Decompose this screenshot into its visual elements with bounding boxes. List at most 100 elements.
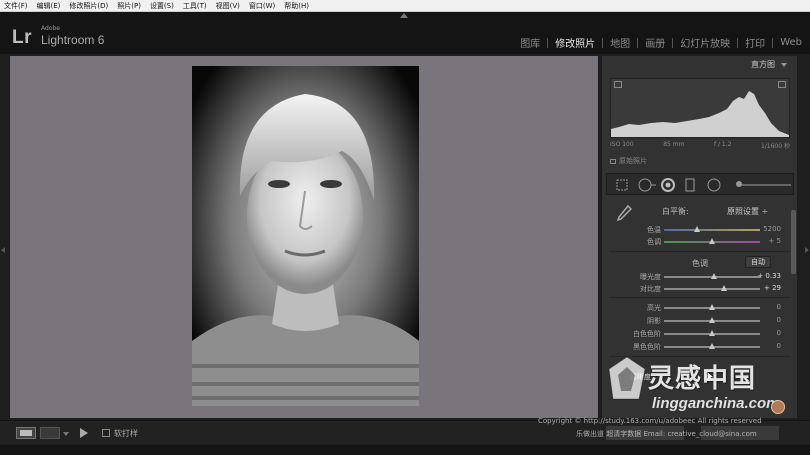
tone-section-label: 色调 [692,259,708,268]
module-picker: 图库 修改照片 地图 画册 幻灯片放映 打印 Web [520,35,802,50]
slider-handle[interactable] [709,304,715,310]
portrait-photo [192,66,419,406]
adjustment-brush-track[interactable] [737,184,791,186]
slider-row: 曝光度 + 0.33 [602,271,798,283]
graduated-filter-icon[interactable] [685,178,695,192]
divider [610,356,790,357]
slider-row: 黑色色阶 0 [602,341,798,353]
menu-develop[interactable]: 修改照片(D) [69,1,108,11]
image-canvas[interactable] [10,56,598,418]
right-panel-scrollbar[interactable] [791,210,796,274]
slider-label: 白色色阶 [633,330,661,338]
menu-file[interactable]: 文件(F) [4,1,28,11]
radial-filter-icon[interactable] [707,178,721,192]
slider-value[interactable]: 0 [777,342,781,350]
module-separator [672,37,674,48]
exif-iso: ISO 100 [610,141,634,148]
menu-photo[interactable]: 照片(P) [117,1,141,11]
slider-label: 高光 [647,304,661,312]
exif-focal-length: 85 mm [663,141,685,148]
slider-label: 阴影 [647,317,661,325]
slider-handle[interactable] [720,285,727,291]
histogram-graph[interactable] [610,78,790,138]
slider-handle[interactable] [710,273,717,279]
module-separator [772,37,774,48]
exif-aperture: f / 1.2 [713,141,732,148]
slider-value[interactable]: 0 [777,316,781,324]
module-web[interactable]: Web [780,37,802,48]
credit-text: 乐做出道 超清字数据 Email: creative_cloud@sina.co… [576,430,757,438]
lightroom-logo: Lr [12,27,32,48]
slider-row: 高光 0 [602,302,798,314]
slider-value[interactable]: + 5 [768,237,781,245]
slider-track[interactable] [664,288,760,290]
slider-value[interactable]: + 0.33 [757,272,781,280]
original-photo-label: 原始照片 [619,157,647,165]
menu-tools[interactable]: 工具(T) [183,1,207,11]
soft-proof-checkbox[interactable] [102,429,110,437]
module-develop[interactable]: 修改照片 [555,35,595,50]
slider-label: 曝光度 [640,273,661,281]
divider [610,251,790,252]
menu-edit[interactable]: 编辑(E) [37,1,61,11]
histogram-title: 直方图 [751,60,775,69]
menu-view[interactable]: 视图(V) [216,1,240,11]
module-library[interactable]: 图库 [520,35,540,50]
white-balance-label: 白平衡: [662,207,689,216]
collapse-top-panel-icon[interactable] [400,13,408,18]
play-icon[interactable] [80,428,88,438]
module-separator [737,37,739,48]
module-separator [602,37,604,48]
original-photo-icon [610,158,616,164]
adjustment-brush-icon[interactable] [736,181,742,187]
collapse-right-panel-icon[interactable] [805,247,809,253]
slider-label: 色温 [647,226,661,234]
slider-value[interactable]: 0 [777,303,781,311]
red-eye-icon[interactable] [661,178,675,192]
module-print[interactable]: 打印 [745,35,765,50]
histogram-header[interactable]: 直方图 [751,59,787,70]
watermark-url: lingganchina.com [652,395,780,412]
slider-track[interactable] [664,229,760,231]
expand-left-panel-icon[interactable] [1,247,5,253]
auto-tone-button[interactable]: 自动 [745,256,771,268]
crop-tool-icon[interactable] [615,178,629,192]
slider-label: 黑色色阶 [633,343,661,351]
module-book[interactable]: 画册 [645,35,665,50]
white-balance-dropdown[interactable]: 原照设置 ÷ [727,206,768,217]
slider-row: 色调 + 5 [602,236,798,248]
view-options-dropdown-icon[interactable] [63,432,69,436]
panel-collapse-icon[interactable] [781,62,787,67]
before-after-view-button[interactable] [40,427,60,439]
loupe-view-button[interactable] [16,427,36,439]
slider-handle[interactable] [709,343,715,349]
slider-handle[interactable] [709,317,715,323]
module-separator [637,37,639,48]
white-balance-picker-icon[interactable] [616,204,632,222]
slider-value[interactable]: + 29 [764,284,781,292]
module-slideshow[interactable]: 幻灯片放映 [680,35,730,50]
copyright-text: Copyright © http://study.163.com/u/adobe… [538,417,762,425]
soft-proof-label: 软打样 [114,429,138,438]
menu-window[interactable]: 窗口(W) [249,1,275,11]
slider-value[interactable]: 0 [777,329,781,337]
exif-info: ISO 100 85 mm f / 1.2 1/1600 秒 [610,141,790,150]
identity-plate-bar: Lr Adobe Lightroom 6 图库 修改照片 地图 画册 幻灯片放映… [0,12,810,54]
module-separator [547,37,549,48]
exif-shutter: 1/1600 秒 [760,143,790,150]
module-map[interactable]: 地图 [610,35,630,50]
watermark-avatar [771,400,785,414]
slider-handle[interactable] [693,226,700,232]
slider-value[interactable]: 5200 [763,225,781,233]
filmstrip-collapsed [0,445,810,455]
menu-help[interactable]: 帮助(H) [284,1,309,11]
divider [610,297,790,298]
spot-removal-icon[interactable] [637,178,657,192]
menu-settings[interactable]: 设置(S) [150,1,174,11]
tool-strip [606,173,794,195]
original-photo-toggle[interactable]: 原始照片 [610,156,647,166]
slider-handle[interactable] [709,330,715,336]
brand-product-name: Lightroom 6 [41,33,105,47]
slider-handle[interactable] [709,238,715,244]
slider-row: 色温 5200 [602,224,798,236]
